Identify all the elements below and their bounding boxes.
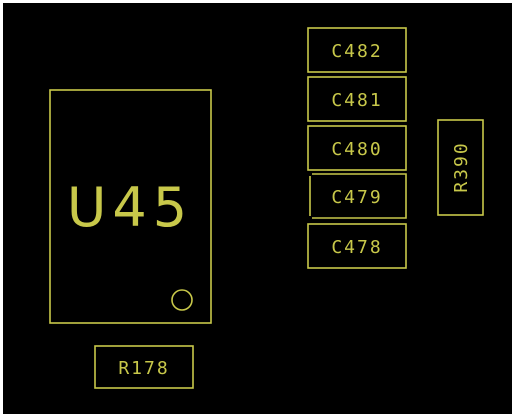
pcb-canvas: U45 R178 C482 C481 C480 C479 C478 R390 [3,3,512,414]
c478-label: C478 [331,237,382,258]
c480-label: C480 [331,139,382,160]
r178-label: R178 [118,358,169,379]
c482-label: C482 [331,41,382,62]
c479-label: C479 [331,187,382,208]
c481-label: C481 [331,90,382,111]
pcb-silkscreen-view: U45 R178 C482 C481 C480 C479 C478 R390 [0,0,515,417]
u45-label: U45 [67,176,193,239]
r390-label: R390 [451,141,472,192]
